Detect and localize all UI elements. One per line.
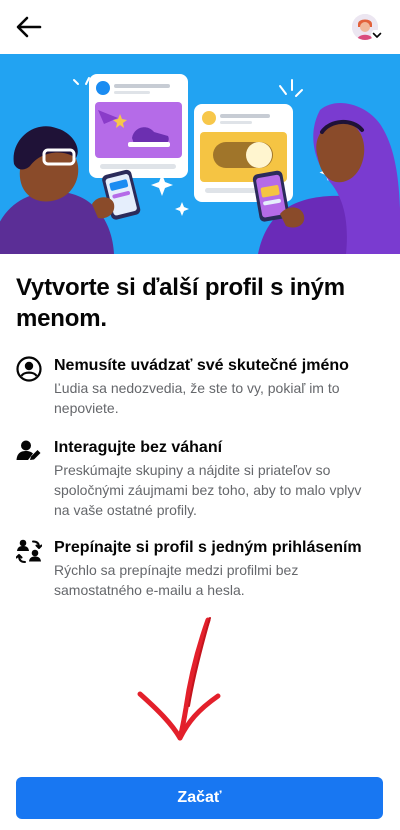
feature-title: Interagujte bez váhaní bbox=[54, 439, 223, 456]
feature-item: Prepínajte si profil s jedným prihlásení… bbox=[16, 538, 386, 602]
feature-title: Nemusíte uvádzať své skutečné jméno bbox=[54, 357, 349, 374]
feature-description: Ľudia sa nedozvedia, že ste to vy, pokia… bbox=[54, 380, 340, 416]
profile-switcher-button[interactable] bbox=[352, 12, 386, 42]
page-title: Vytvorte si ďalší profil s iným menom. bbox=[16, 274, 345, 332]
feature-description: Preskúmajte skupiny a nájdite si priateľ… bbox=[54, 462, 362, 518]
switch-users-icon bbox=[16, 539, 42, 563]
anonymous-user-icon bbox=[16, 356, 42, 382]
chevron-down-icon bbox=[371, 30, 383, 40]
arrow-left-icon bbox=[16, 16, 42, 38]
feature-item: Nemusíte uvádzať své skutečné jméno Ľudi… bbox=[16, 356, 386, 420]
feature-description: Rýchlo sa prepínajte medzi profilmi bez … bbox=[54, 562, 299, 598]
hero-illustration bbox=[0, 54, 400, 254]
red-arrow-annotation bbox=[137, 617, 221, 741]
feature-item: Interagujte bez váhaní Preskúmajte skupi… bbox=[16, 438, 386, 522]
start-button[interactable]: Začať bbox=[16, 777, 383, 819]
top-bar bbox=[0, 0, 400, 54]
user-pencil-icon bbox=[16, 440, 41, 460]
feature-title: Prepínajte si profil s jedným prihlásení… bbox=[54, 539, 362, 556]
back-button[interactable] bbox=[12, 10, 46, 44]
